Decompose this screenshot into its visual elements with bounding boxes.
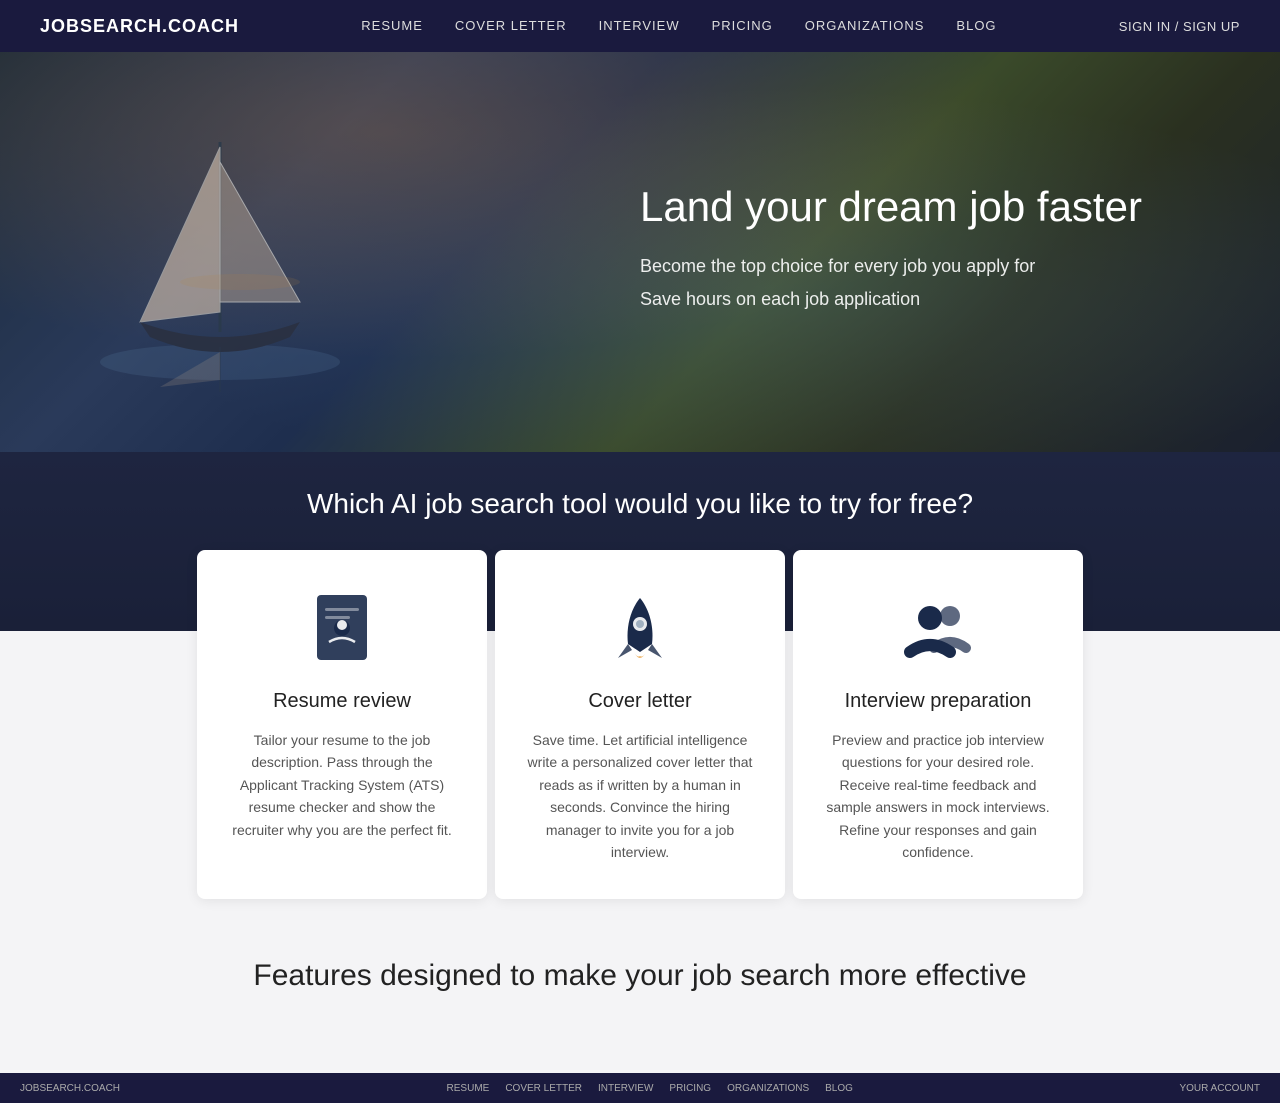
- tool-question-heading: Which AI job search tool would you like …: [40, 452, 1240, 550]
- preview-bar-account[interactable]: YOUR ACCOUNT: [1179, 1083, 1260, 1094]
- resume-review-desc: Tailor your resume to the job descriptio…: [227, 729, 457, 841]
- hero-title: Land your dream job faster: [640, 182, 1142, 232]
- nav-item-resume[interactable]: RESUME: [361, 17, 423, 35]
- cover-letter-icon: [525, 590, 755, 670]
- resume-review-card[interactable]: Resume review Tailor your resume to the …: [197, 550, 487, 899]
- preview-bar-link-organizations[interactable]: ORGANIZATIONS: [727, 1083, 809, 1094]
- features-section: Features designed to make your job searc…: [0, 899, 1280, 1073]
- hero-section: Land your dream job faster Become the to…: [0, 52, 1280, 452]
- interview-prep-icon: [823, 590, 1053, 670]
- interview-prep-title: Interview preparation: [823, 690, 1053, 713]
- tool-cards-container: Resume review Tailor your resume to the …: [190, 550, 1090, 899]
- nav-link-interview[interactable]: INTERVIEW: [599, 18, 680, 33]
- features-title: Features designed to make your job searc…: [40, 959, 1240, 993]
- nav-item-interview[interactable]: INTERVIEW: [599, 17, 680, 35]
- cover-letter-desc: Save time. Let artificial intelligence w…: [525, 729, 755, 863]
- nav-item-organizations[interactable]: ORGANIZATIONS: [805, 17, 925, 35]
- cover-letter-card[interactable]: Cover letter Save time. Let artificial i…: [495, 550, 785, 899]
- preview-bar-link-pricing[interactable]: PRICING: [669, 1083, 711, 1094]
- nav-item-cover-letter[interactable]: COVER LETTER: [455, 17, 567, 35]
- nav-links-list: RESUME COVER LETTER INTERVIEW PRICING OR…: [361, 17, 996, 35]
- interview-prep-desc: Preview and practice job interview quest…: [823, 729, 1053, 863]
- cover-letter-title: Cover letter: [525, 690, 755, 713]
- resume-review-title: Resume review: [227, 690, 457, 713]
- sailboat-illustration: [60, 102, 380, 402]
- nav-link-resume[interactable]: RESUME: [361, 18, 423, 33]
- preview-bar-link-resume[interactable]: RESUME: [447, 1083, 490, 1094]
- nav-item-pricing[interactable]: PRICING: [712, 17, 773, 35]
- interview-prep-card[interactable]: Interview preparation Preview and practi…: [793, 550, 1083, 899]
- hero-content: Land your dream job faster Become the to…: [640, 182, 1222, 322]
- preview-bar-logo: JOBSEARCH.COACH: [20, 1083, 120, 1094]
- tool-selection-section: Which AI job search tool would you like …: [0, 452, 1280, 899]
- nav-link-organizations[interactable]: ORGANIZATIONS: [805, 18, 925, 33]
- preview-bar-link-cover-letter[interactable]: COVER LETTER: [505, 1083, 582, 1094]
- preview-bar: JOBSEARCH.COACH RESUME COVER LETTER INTE…: [0, 1073, 1280, 1103]
- hero-subtitle-1: Become the top choice for every job you …: [640, 256, 1142, 277]
- preview-bar-link-interview[interactable]: INTERVIEW: [598, 1083, 653, 1094]
- preview-bar-link-blog[interactable]: BLOG: [825, 1083, 853, 1094]
- nav-item-blog[interactable]: BLOG: [956, 17, 996, 35]
- nav-link-pricing[interactable]: PRICING: [712, 18, 773, 33]
- hero-subtitle-2: Save hours on each job application: [640, 289, 1142, 310]
- nav-link-blog[interactable]: BLOG: [956, 18, 996, 33]
- resume-review-icon: [227, 590, 457, 670]
- main-nav: JOBSEARCH.COACH RESUME COVER LETTER INTE…: [0, 0, 1280, 52]
- preview-bar-links: RESUME COVER LETTER INTERVIEW PRICING OR…: [447, 1083, 853, 1094]
- sign-in-button[interactable]: SIGN IN / SIGN UP: [1119, 19, 1240, 34]
- nav-logo[interactable]: JOBSEARCH.COACH: [40, 16, 239, 37]
- nav-link-cover-letter[interactable]: COVER LETTER: [455, 18, 567, 33]
